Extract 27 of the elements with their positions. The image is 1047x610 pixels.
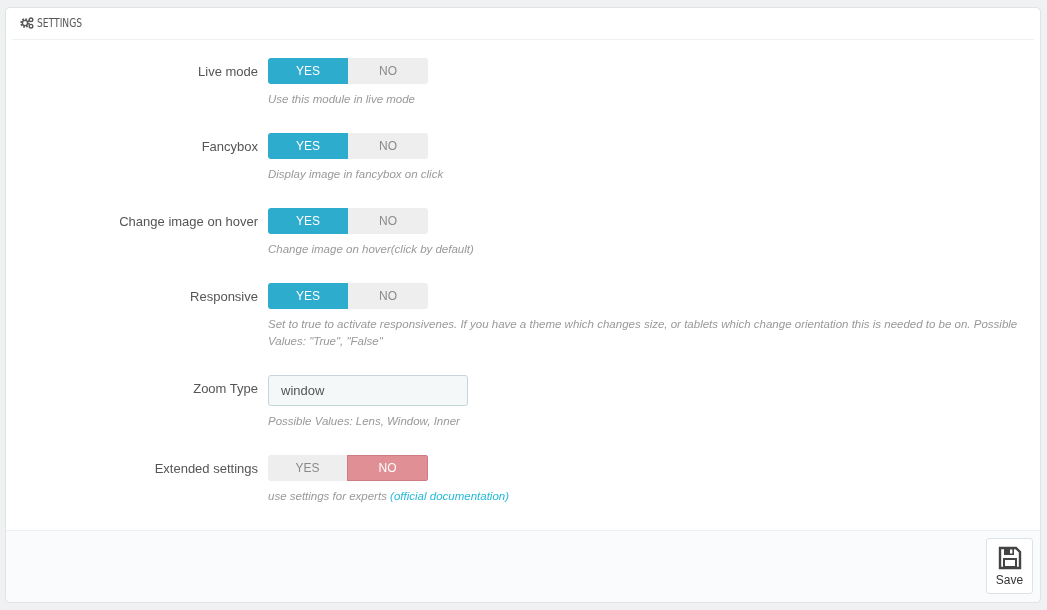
field-label: Zoom Type xyxy=(192,379,259,398)
help-text: Set to true to activate responsivenes. If you have a theme which changes size, or tablets which change orientation this is needed to be on. Possible Values: "True", "False" xyxy=(268,316,1019,349)
field-label: Responsive xyxy=(189,287,259,306)
field-label: Extended settings xyxy=(153,459,259,478)
yes-option[interactable]: YES xyxy=(268,57,348,84)
save-button[interactable]: Save xyxy=(986,538,1033,595)
documentation-link[interactable]: (official documentation) xyxy=(390,489,509,502)
zoom-type-field[interactable]: window xyxy=(268,374,468,406)
help-text: Change image on hover(click by default) xyxy=(268,241,475,257)
yes-option[interactable]: YES xyxy=(268,207,348,234)
help-text: Display image in fancybox on click xyxy=(268,166,445,182)
no-option[interactable]: NO xyxy=(348,132,428,159)
field-label: Fancybox xyxy=(200,137,259,156)
no-option[interactable]: NO xyxy=(347,454,428,481)
yes-option[interactable]: YES xyxy=(268,282,348,309)
help-text: Possible Values: Lens, Window, Inner xyxy=(268,413,461,429)
yes-option[interactable]: YES xyxy=(268,454,347,481)
no-option[interactable]: NO xyxy=(348,207,428,234)
yes-option[interactable]: YES xyxy=(268,132,348,159)
field-label: Live mode xyxy=(197,62,259,81)
help-text: Use this module in live mode xyxy=(268,91,416,107)
no-option[interactable]: NO xyxy=(348,282,428,309)
help-text: use settings for experts xyxy=(268,489,388,502)
gears-icon xyxy=(20,17,34,30)
panel-title: SETTINGS xyxy=(37,16,83,31)
no-option[interactable]: NO xyxy=(348,57,428,84)
field-label: Change image on hover xyxy=(118,212,259,231)
